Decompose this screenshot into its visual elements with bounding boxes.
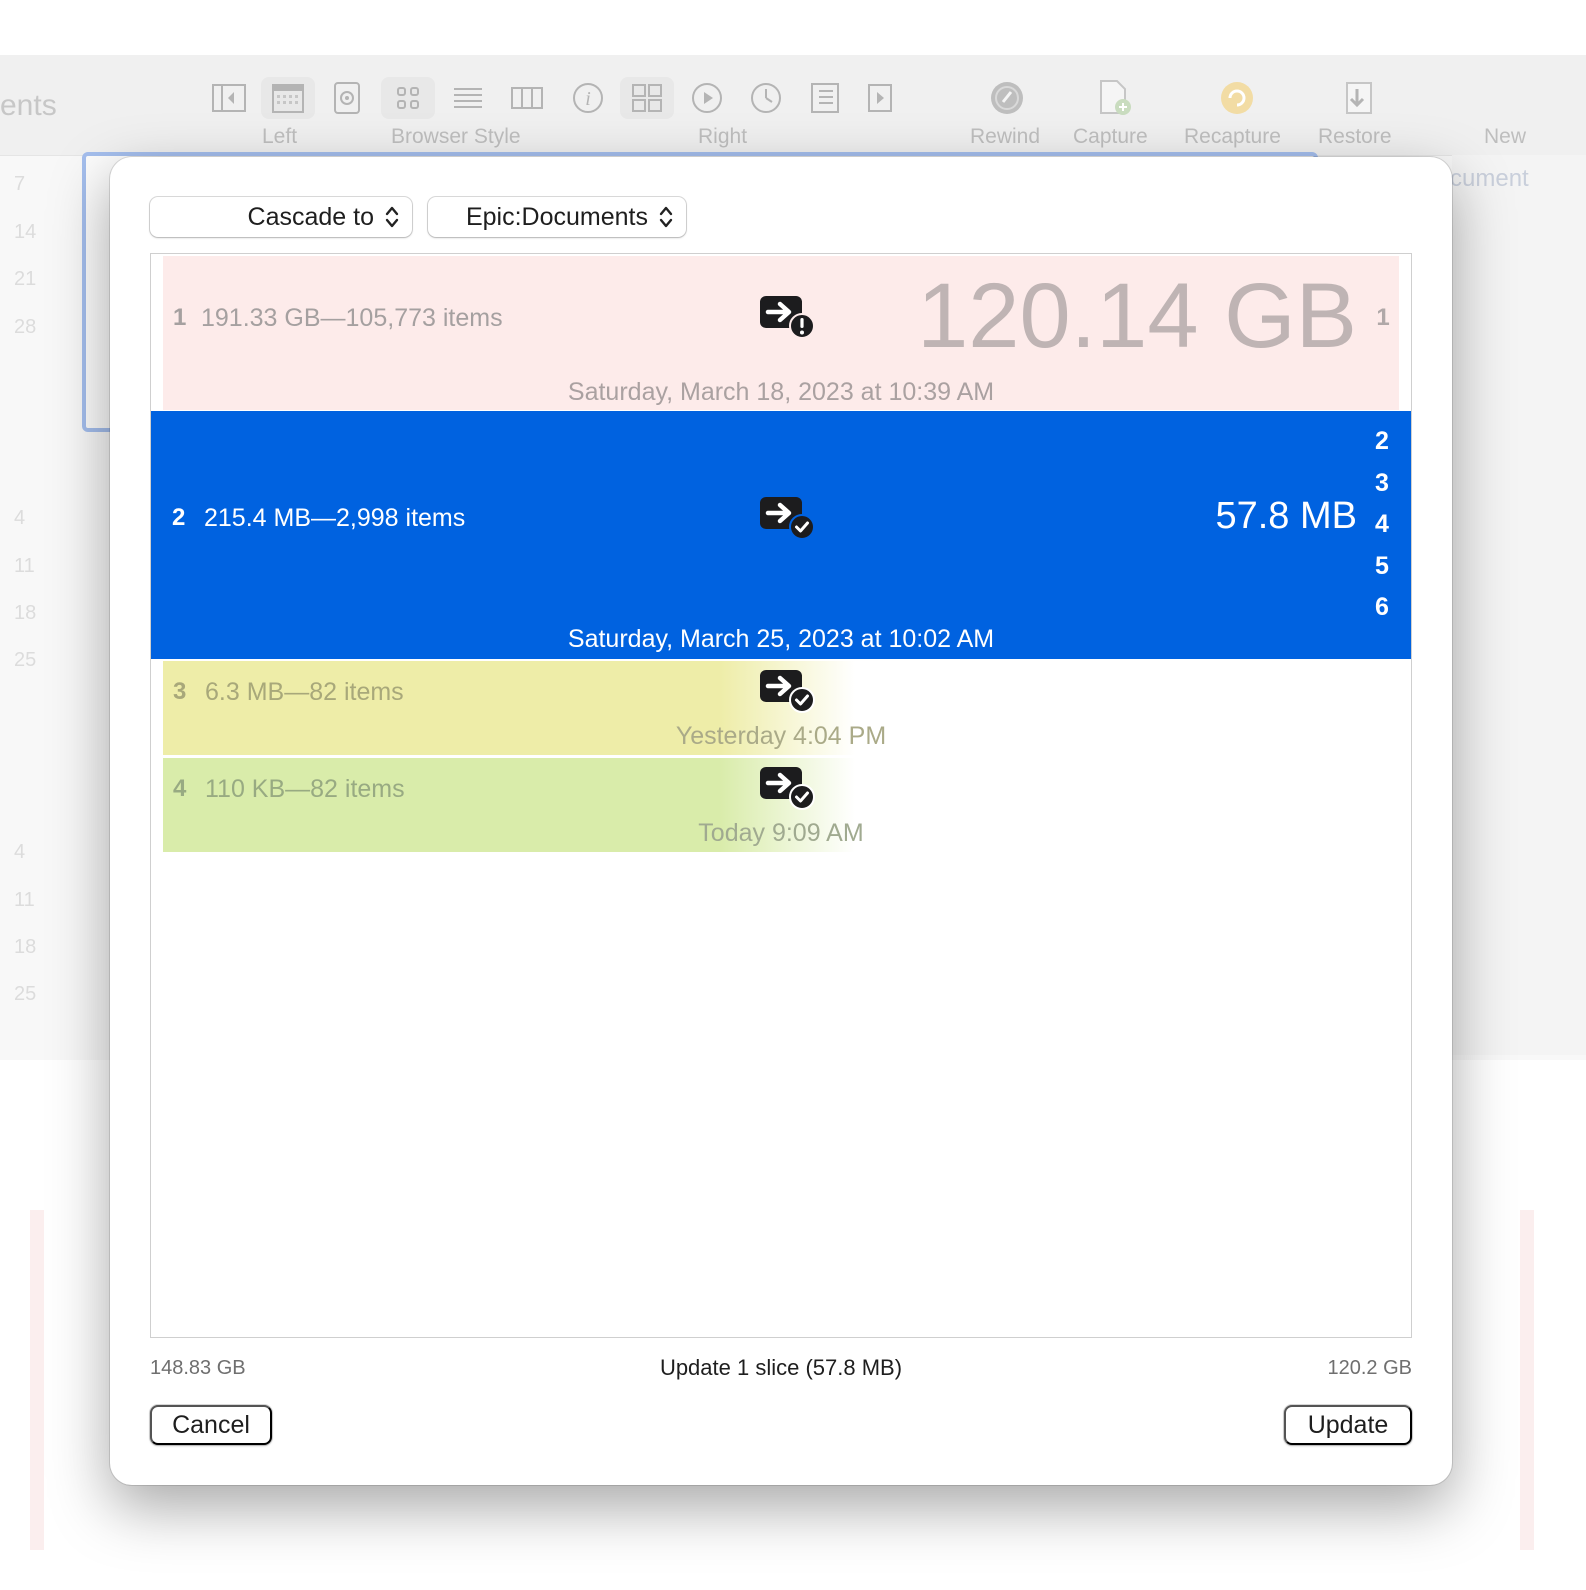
snapshot-row[interactable]: 3 6.3 MB—82 items Yesterday 4:04 PM: [163, 661, 1399, 755]
clock-icon: [739, 77, 793, 119]
updown-chevron-icon: [659, 206, 673, 228]
background-date-number: 25: [14, 649, 37, 671]
background-window-title: ents: [0, 89, 57, 122]
mode-popup-label: Cascade to: [247, 202, 374, 231]
snapshot-row-selected[interactable]: 2 215.4 MB—2,998 items 57.8 MB 2 3 4 5 6…: [151, 411, 1411, 659]
document-list-icon: [798, 77, 852, 119]
info-icon: i: [561, 77, 615, 119]
toolbar-label-restore: Restore: [1318, 125, 1392, 148]
toolbar-label-right: Right: [698, 125, 748, 148]
recapture-icon: [1210, 77, 1264, 119]
row-date: Saturday, March 18, 2023 at 10:39 AM: [567, 378, 995, 406]
row-summary: 215.4 MB—2,998 items: [204, 504, 466, 532]
svg-text:i: i: [585, 88, 591, 110]
row-size: 120.14 GB: [917, 265, 1357, 367]
check-icon: [760, 670, 815, 713]
list-view-icon: [441, 77, 495, 119]
check-icon: [760, 497, 815, 540]
mode-popup[interactable]: Cascade to: [150, 197, 412, 237]
background-date-number: 4: [14, 841, 26, 863]
target-total-size: 120.2 GB: [1327, 1357, 1412, 1379]
toolbar-label-recapture: Recapture: [1184, 125, 1281, 148]
row-summary: 110 KB—82 items: [205, 775, 405, 803]
update-button[interactable]: Update: [1284, 1405, 1412, 1445]
toolbar-label-left: Left: [262, 125, 298, 148]
snapshot-row[interactable]: 4 110 KB—82 items Today 9:09 AM: [163, 758, 1399, 852]
rewind-icon: [980, 77, 1034, 119]
background-date-number: 7: [14, 173, 26, 195]
background-date-number: 18: [14, 602, 37, 624]
row-date: Today 9:09 AM: [698, 819, 864, 847]
toolbar-label-new: New: [1484, 125, 1527, 148]
gallery-grid-icon: [620, 77, 674, 119]
background-decoration: [1520, 1210, 1534, 1550]
row-number: 4: [173, 775, 187, 802]
snapshot-list[interactable]: 1 191.33 GB—105,773 items 120.14 GB 1 Sa…: [150, 253, 1412, 1338]
row-slice-list: 2 3 4 5 6: [1369, 421, 1395, 629]
background-date-number: 18: [14, 936, 37, 958]
row-size: 57.8 MB: [1215, 495, 1357, 537]
background-date-number: 11: [14, 889, 35, 911]
row-summary: 6.3 MB—82 items: [205, 678, 404, 706]
column-view-icon: [500, 77, 554, 119]
snapshot-row[interactable]: 1 191.33 GB—105,773 items 120.14 GB 1 Sa…: [163, 256, 1399, 410]
cancel-button[interactable]: Cancel: [150, 1405, 272, 1445]
slice-number: 1: [1376, 304, 1390, 331]
row-summary: 191.33 GB—105,773 items: [201, 304, 503, 332]
background-right-column: [1452, 155, 1586, 1055]
row-number: 1: [173, 304, 187, 331]
background-date-number: 4: [14, 507, 26, 529]
updown-chevron-icon: [385, 206, 399, 228]
capture-icon: [1088, 77, 1142, 119]
toolbar-label-browser-style: Browser Style: [391, 125, 521, 148]
update-status: Update 1 slice (57.8 MB): [659, 1355, 903, 1380]
row-slice-list: 1: [1371, 304, 1395, 332]
background-date-number: 21: [14, 268, 37, 290]
row-date: Yesterday 4:04 PM: [675, 722, 887, 750]
row-number: 3: [173, 678, 187, 705]
toolbar-label-rewind: Rewind: [970, 125, 1041, 148]
target-popup-label: Epic:Documents: [465, 202, 648, 231]
calendar-view-icon: [261, 77, 315, 119]
slice-number: 5: [1375, 551, 1389, 580]
background-date-number: 28: [14, 316, 37, 338]
background-date-number: 25: [14, 983, 37, 1005]
disk-view-icon: [320, 77, 374, 119]
target-popup[interactable]: Epic:Documents: [428, 197, 686, 237]
right-panel-icon: [853, 77, 907, 119]
row-number: 2: [172, 504, 186, 531]
row-date: Saturday, March 25, 2023 at 10:02 AM: [567, 625, 995, 653]
slice-number: 3: [1375, 468, 1389, 497]
check-icon: [760, 767, 815, 810]
left-panel-icon: [202, 77, 256, 119]
toolbar-label-capture: Capture: [1073, 125, 1148, 148]
icon-grid-icon: [381, 77, 435, 119]
background-date-number: 14: [14, 221, 37, 243]
background-decoration: [30, 1210, 44, 1550]
play-icon: [680, 77, 734, 119]
warning-icon: [760, 296, 815, 339]
slice-number: 6: [1375, 593, 1389, 621]
slice-number: 2: [1375, 427, 1389, 455]
background-toolbar: ents i Left Browser Style Right Rewind C…: [0, 55, 1586, 156]
slice-number: 4: [1375, 510, 1389, 538]
background-document-label: cument: [1450, 165, 1529, 192]
restore-icon: [1330, 77, 1384, 119]
update-sheet: Cascade to Epic:Documents 1 191.33 GB—10…: [110, 157, 1452, 1485]
background-date-number: 11: [14, 555, 35, 577]
